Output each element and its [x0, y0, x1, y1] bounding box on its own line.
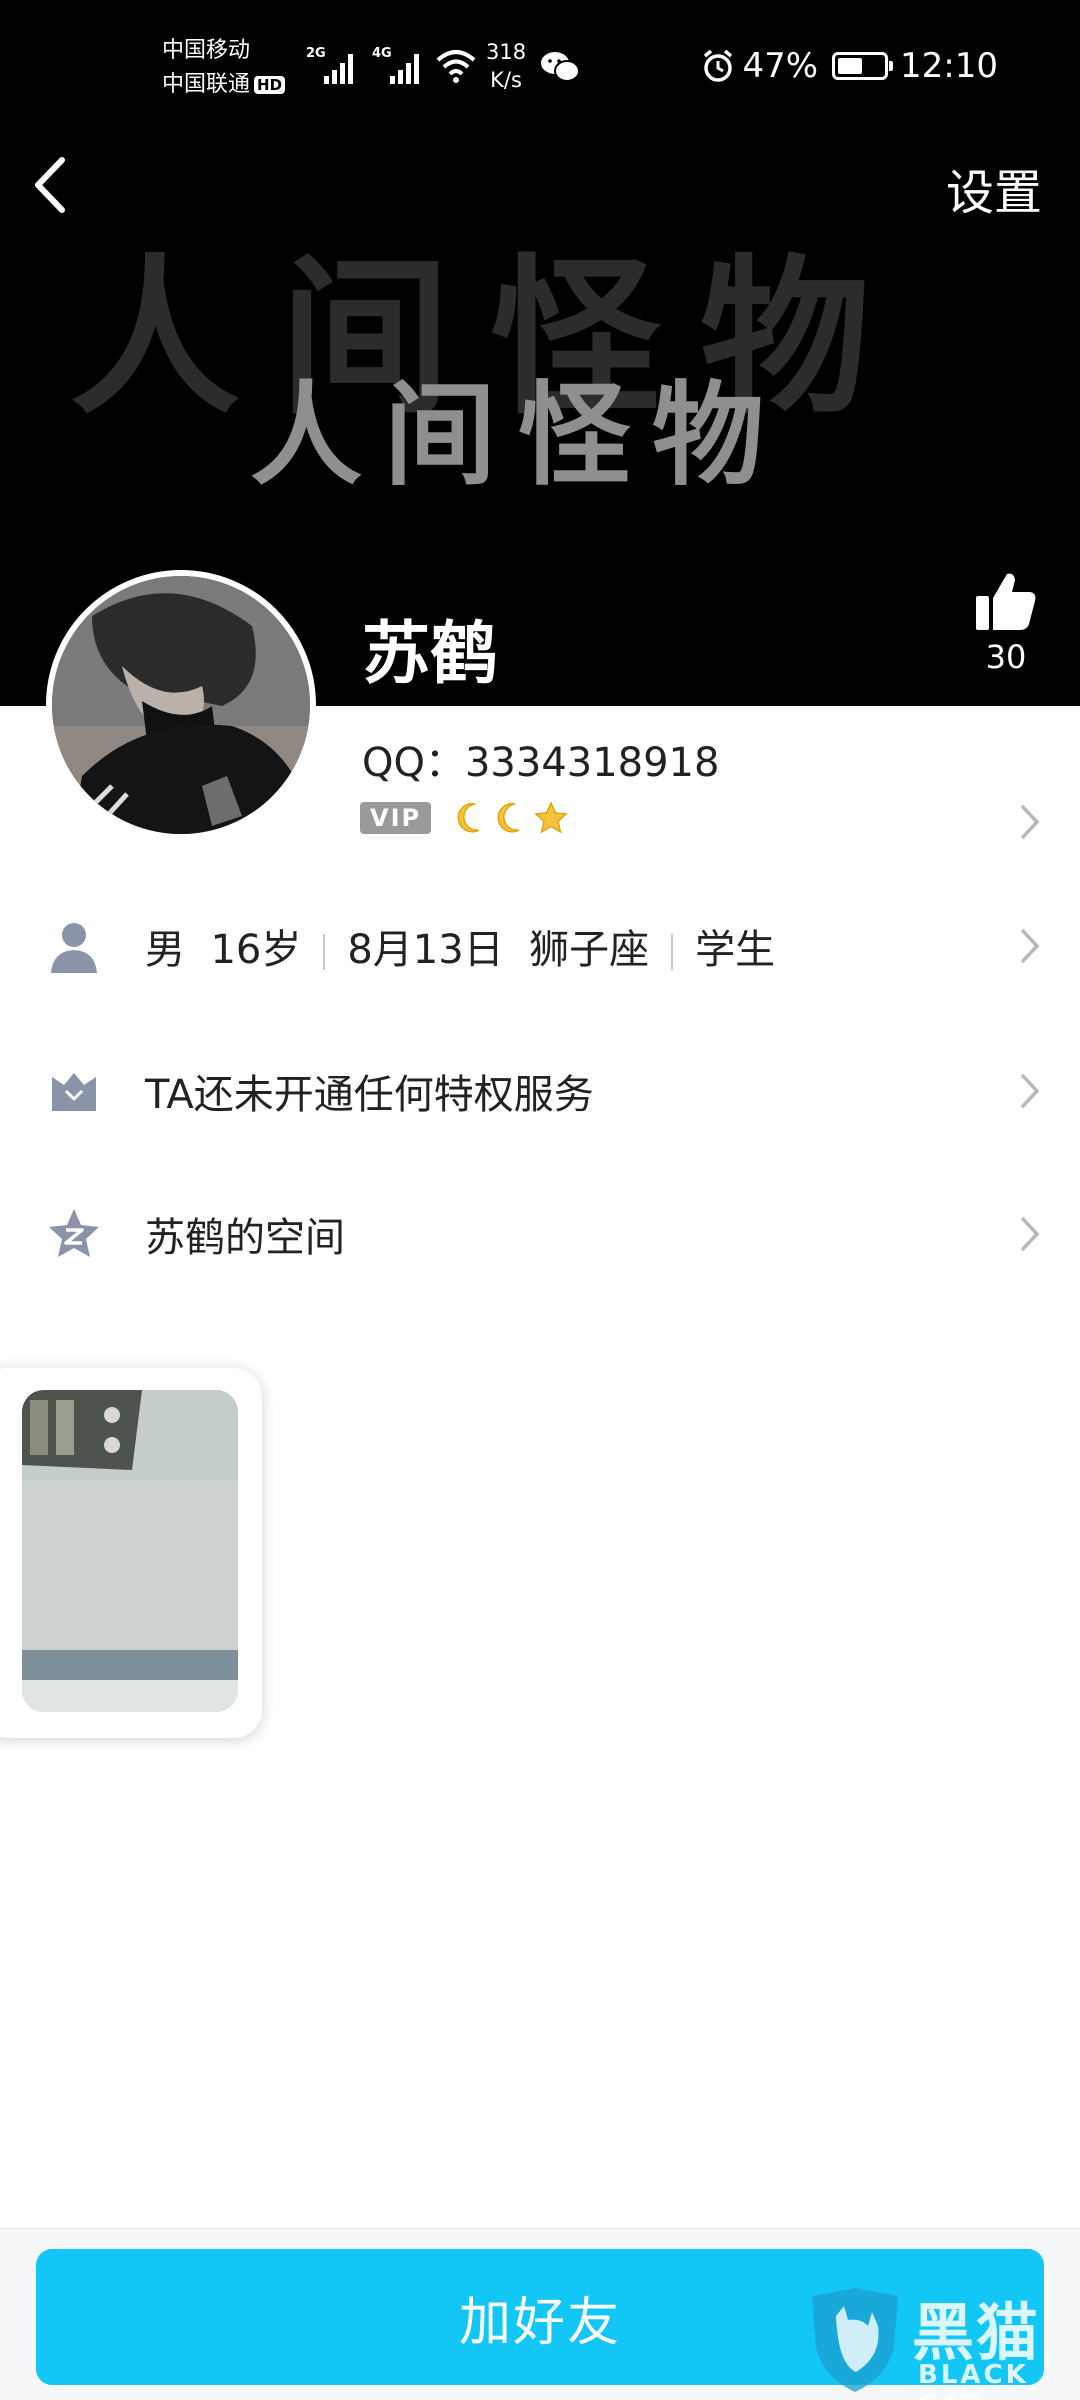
photo-image [22, 1390, 238, 1712]
star-icon [534, 801, 568, 834]
qq-level-icons [453, 800, 569, 836]
settings-button[interactable]: 设置 [946, 153, 1042, 223]
photo-card[interactable] [0, 1368, 262, 1738]
status-right: 47% 12:10 [700, 46, 998, 86]
thumbs-up-icon [976, 573, 1036, 630]
zodiac: 狮子座 [529, 927, 650, 973]
carrier-2: 中国联通 [162, 72, 251, 97]
wifi-icon [436, 50, 476, 83]
network-speed: 318 K/s [486, 38, 526, 94]
status-bar: 中国移动 中国联通 HD 2G 4G 318 K/s 47% 12:10 [0, 0, 1080, 130]
qzone-row[interactable]: 苏鹤的空间 [0, 1174, 1080, 1294]
clock: 12:10 [900, 46, 998, 86]
chevron-right-icon [1021, 1074, 1040, 1108]
basic-info-row[interactable]: 男 16岁 8月13日 狮子座 学生 [0, 886, 1080, 1006]
carrier-1: 中国移动 [162, 38, 251, 63]
hd-badge: HD [254, 76, 286, 94]
vip-badge: VIP [360, 802, 432, 834]
basic-info-text: 男 16岁 8月13日 狮子座 学生 [145, 917, 775, 975]
divider [323, 934, 326, 970]
watermark: 黑猫 BLACK CAT [806, 2282, 1080, 2400]
occupation: 学生 [695, 927, 776, 973]
qzone-star-icon [49, 1209, 99, 1257]
privilege-text: TA还未开通任何特权服务 [145, 1072, 594, 1118]
avatar-photo [52, 576, 310, 834]
battery-percent: 47% [742, 46, 819, 86]
speed-value: 318 [486, 40, 527, 64]
birthday: 8月13日 [347, 927, 504, 973]
avatar[interactable] [46, 570, 316, 840]
age: 16岁 [210, 927, 302, 973]
moon-icon [457, 802, 480, 833]
wechat-icon [541, 52, 580, 82]
cover-art-text-front: 人间怪物 [250, 370, 786, 501]
speed-unit: K/s [490, 68, 522, 92]
watermark-sub: BLACK CAT [918, 2360, 1029, 2400]
carrier-info: 中国移动 中国联通 HD [162, 34, 286, 102]
divider-2 [671, 934, 674, 970]
battery-icon [832, 52, 894, 80]
qzone-text: 苏鹤的空间 [145, 1215, 345, 1261]
like-count: 30 [985, 638, 1027, 676]
alarm-icon [704, 49, 733, 82]
nickname: 苏鹤 [362, 615, 499, 694]
vip-level-row[interactable]: VIP [360, 800, 569, 836]
chevron-right-icon [1021, 1217, 1040, 1251]
crown-icon [52, 1073, 96, 1111]
cat-shield-logo [812, 2288, 898, 2392]
back-arrow-icon[interactable] [22, 150, 82, 220]
qq-number: QQ：3334318918 [362, 740, 720, 786]
photo-thumbnail[interactable] [22, 1390, 238, 1712]
watermark-name: 黑猫 [912, 2296, 1041, 2369]
person-icon [51, 923, 97, 973]
chevron-right-icon [1021, 929, 1040, 963]
chevron-right-icon[interactable] [1020, 804, 1040, 840]
gender: 男 [145, 927, 185, 973]
privilege-row[interactable]: TA还未开通任何特权服务 [0, 1031, 1080, 1151]
like-button[interactable]: 30 [970, 570, 1042, 676]
moon-icon-2 [497, 802, 520, 833]
